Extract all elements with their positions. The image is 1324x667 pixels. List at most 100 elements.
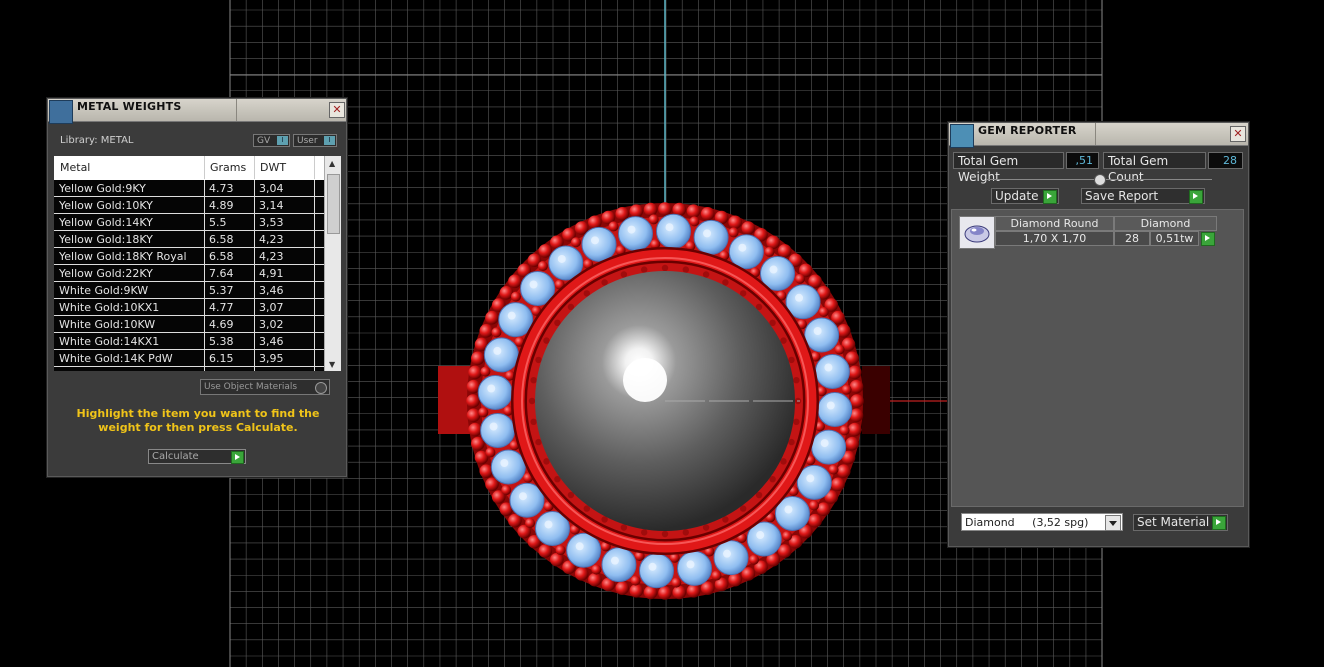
close-icon[interactable]: ✕ [329, 102, 345, 118]
user-toggle[interactable]: User I [293, 134, 337, 147]
library-label: Library: METAL [60, 135, 134, 146]
chevron-down-icon[interactable] [1105, 515, 1121, 531]
metal-table-scrollbar[interactable]: ▲ ▼ [324, 156, 341, 371]
radio-icon[interactable] [315, 382, 327, 394]
bead [700, 207, 715, 221]
metal-name-cell: Yellow Gold:9KY [59, 182, 146, 195]
table-row[interactable]: White Gold:9KW 5.37 3,46 [54, 282, 324, 299]
prong [834, 344, 845, 355]
total-gem-count-label: Total Gem Count [1103, 152, 1206, 184]
dwt-cell: 3,07 [259, 301, 284, 314]
gem-highlight [703, 229, 712, 238]
cell-divider [254, 214, 255, 231]
cell-divider [254, 265, 255, 282]
column-header-metal[interactable]: Metal [60, 161, 90, 174]
bead [468, 422, 482, 437]
bead [466, 408, 481, 423]
gem-highlight [665, 223, 674, 232]
gem-highlight [529, 280, 538, 289]
table-row[interactable]: Yellow Gold:22KY 7.64 4,91 [54, 265, 324, 282]
cell-divider [254, 248, 255, 265]
dwt-cell: 3,46 [259, 335, 284, 348]
cell-divider [254, 367, 255, 371]
table-row[interactable]: White Gold:14KW 4.77 3,07 [54, 367, 324, 371]
gem-size-slider[interactable] [986, 174, 1212, 186]
calculate-button[interactable]: Calculate [148, 449, 246, 464]
bezel-bead [620, 271, 628, 278]
scroll-down-icon[interactable]: ▼ [329, 360, 335, 369]
table-row[interactable]: Yellow Gold:18KY Royal 6.58 4,23 [54, 248, 324, 265]
scroll-up-icon[interactable]: ▲ [329, 159, 335, 168]
bezel-bead [682, 529, 690, 536]
table-row[interactable]: Yellow Gold:10KY 4.89 3,14 [54, 197, 324, 214]
metal-name-cell: White Gold:10KW [59, 318, 156, 331]
column-divider [204, 156, 205, 179]
cell-divider [204, 180, 205, 197]
instruction-text: Highlight the item you want to find the … [76, 407, 320, 434]
table-row[interactable]: Yellow Gold:14KY 5.5 3,53 [54, 214, 324, 231]
table-row[interactable]: Yellow Gold:9KY 4.73 3,04 [54, 180, 324, 197]
gem [693, 219, 729, 255]
bead [485, 310, 499, 325]
metal-name-cell: White Gold:10KX1 [59, 301, 160, 314]
grams-cell: 4.73 [209, 182, 234, 195]
update-button[interactable]: Update [991, 188, 1059, 204]
cell-divider [204, 197, 205, 214]
play-arrow-icon[interactable] [231, 451, 244, 464]
bead [831, 477, 845, 492]
bezel-bead [535, 438, 542, 446]
table-row[interactable]: Yellow Gold:18KY 6.58 4,23 [54, 231, 324, 248]
bezel-bead [530, 376, 537, 384]
metal-table-header: Metal Grams DWT [54, 156, 324, 179]
bead [629, 584, 644, 598]
close-icon[interactable]: ✕ [1230, 126, 1246, 142]
gem [490, 449, 526, 485]
bead [479, 324, 494, 338]
use-object-materials-label: Use Object Materials [204, 382, 298, 392]
table-row[interactable]: White Gold:10KX1 4.77 3,07 [54, 299, 324, 316]
prong [711, 570, 722, 581]
table-row[interactable]: White Gold:14KX1 5.38 3,46 [54, 333, 324, 350]
slider-knob[interactable] [1094, 174, 1106, 186]
material-select[interactable]: Diamond (3,52 spg) [961, 513, 1123, 531]
gem [477, 375, 513, 411]
bead [849, 379, 864, 394]
prong [648, 214, 659, 225]
column-header-grams[interactable]: Grams [210, 161, 246, 174]
gem-reporter-titlebar[interactable]: GEM REPORTER ✕ [949, 123, 1248, 148]
metal-weights-app-icon [49, 100, 73, 124]
play-arrow-icon[interactable] [1043, 190, 1057, 204]
column-header-dwt[interactable]: DWT [260, 161, 286, 174]
gem-reporter-app-icon [950, 124, 974, 148]
bead [588, 572, 602, 587]
dwt-cell: 4,23 [259, 233, 284, 246]
dwt-cell: 4,91 [259, 267, 284, 280]
grams-cell: 6.58 [209, 233, 234, 246]
user-toggle-label: User [297, 136, 318, 146]
play-arrow-icon[interactable] [1189, 190, 1203, 204]
play-arrow-icon[interactable] [1212, 516, 1226, 530]
prong [501, 485, 512, 496]
title-separator [1095, 123, 1096, 145]
cell-divider [314, 180, 315, 197]
table-row[interactable]: White Gold:10KW 4.69 3,02 [54, 316, 324, 333]
gem [581, 226, 617, 262]
scrollbar-thumb[interactable] [327, 174, 340, 234]
gv-toggle[interactable]: GV I [253, 134, 290, 147]
set-material-button[interactable]: Set Material [1133, 514, 1228, 531]
dwt-cell: 3,14 [259, 199, 284, 212]
gem [639, 553, 675, 589]
save-report-button[interactable]: Save Report [1081, 188, 1205, 204]
bead [686, 584, 701, 598]
grams-cell: 5.5 [209, 216, 227, 229]
prong [591, 564, 602, 575]
play-arrow-icon[interactable] [1201, 232, 1215, 246]
metal-weights-titlebar[interactable]: METAL WEIGHTS ✕ [48, 99, 346, 124]
prong [480, 366, 491, 377]
use-object-materials-option[interactable]: Use Object Materials [200, 379, 330, 395]
cell-divider [204, 367, 205, 371]
gem-highlight [544, 520, 553, 529]
gem-list-item[interactable]: Diamond Round Diamond 1,70 X 1,70 28 0,5… [959, 216, 1217, 249]
bead [574, 567, 589, 581]
table-row[interactable]: White Gold:14K PdW 6.15 3,95 [54, 350, 324, 367]
